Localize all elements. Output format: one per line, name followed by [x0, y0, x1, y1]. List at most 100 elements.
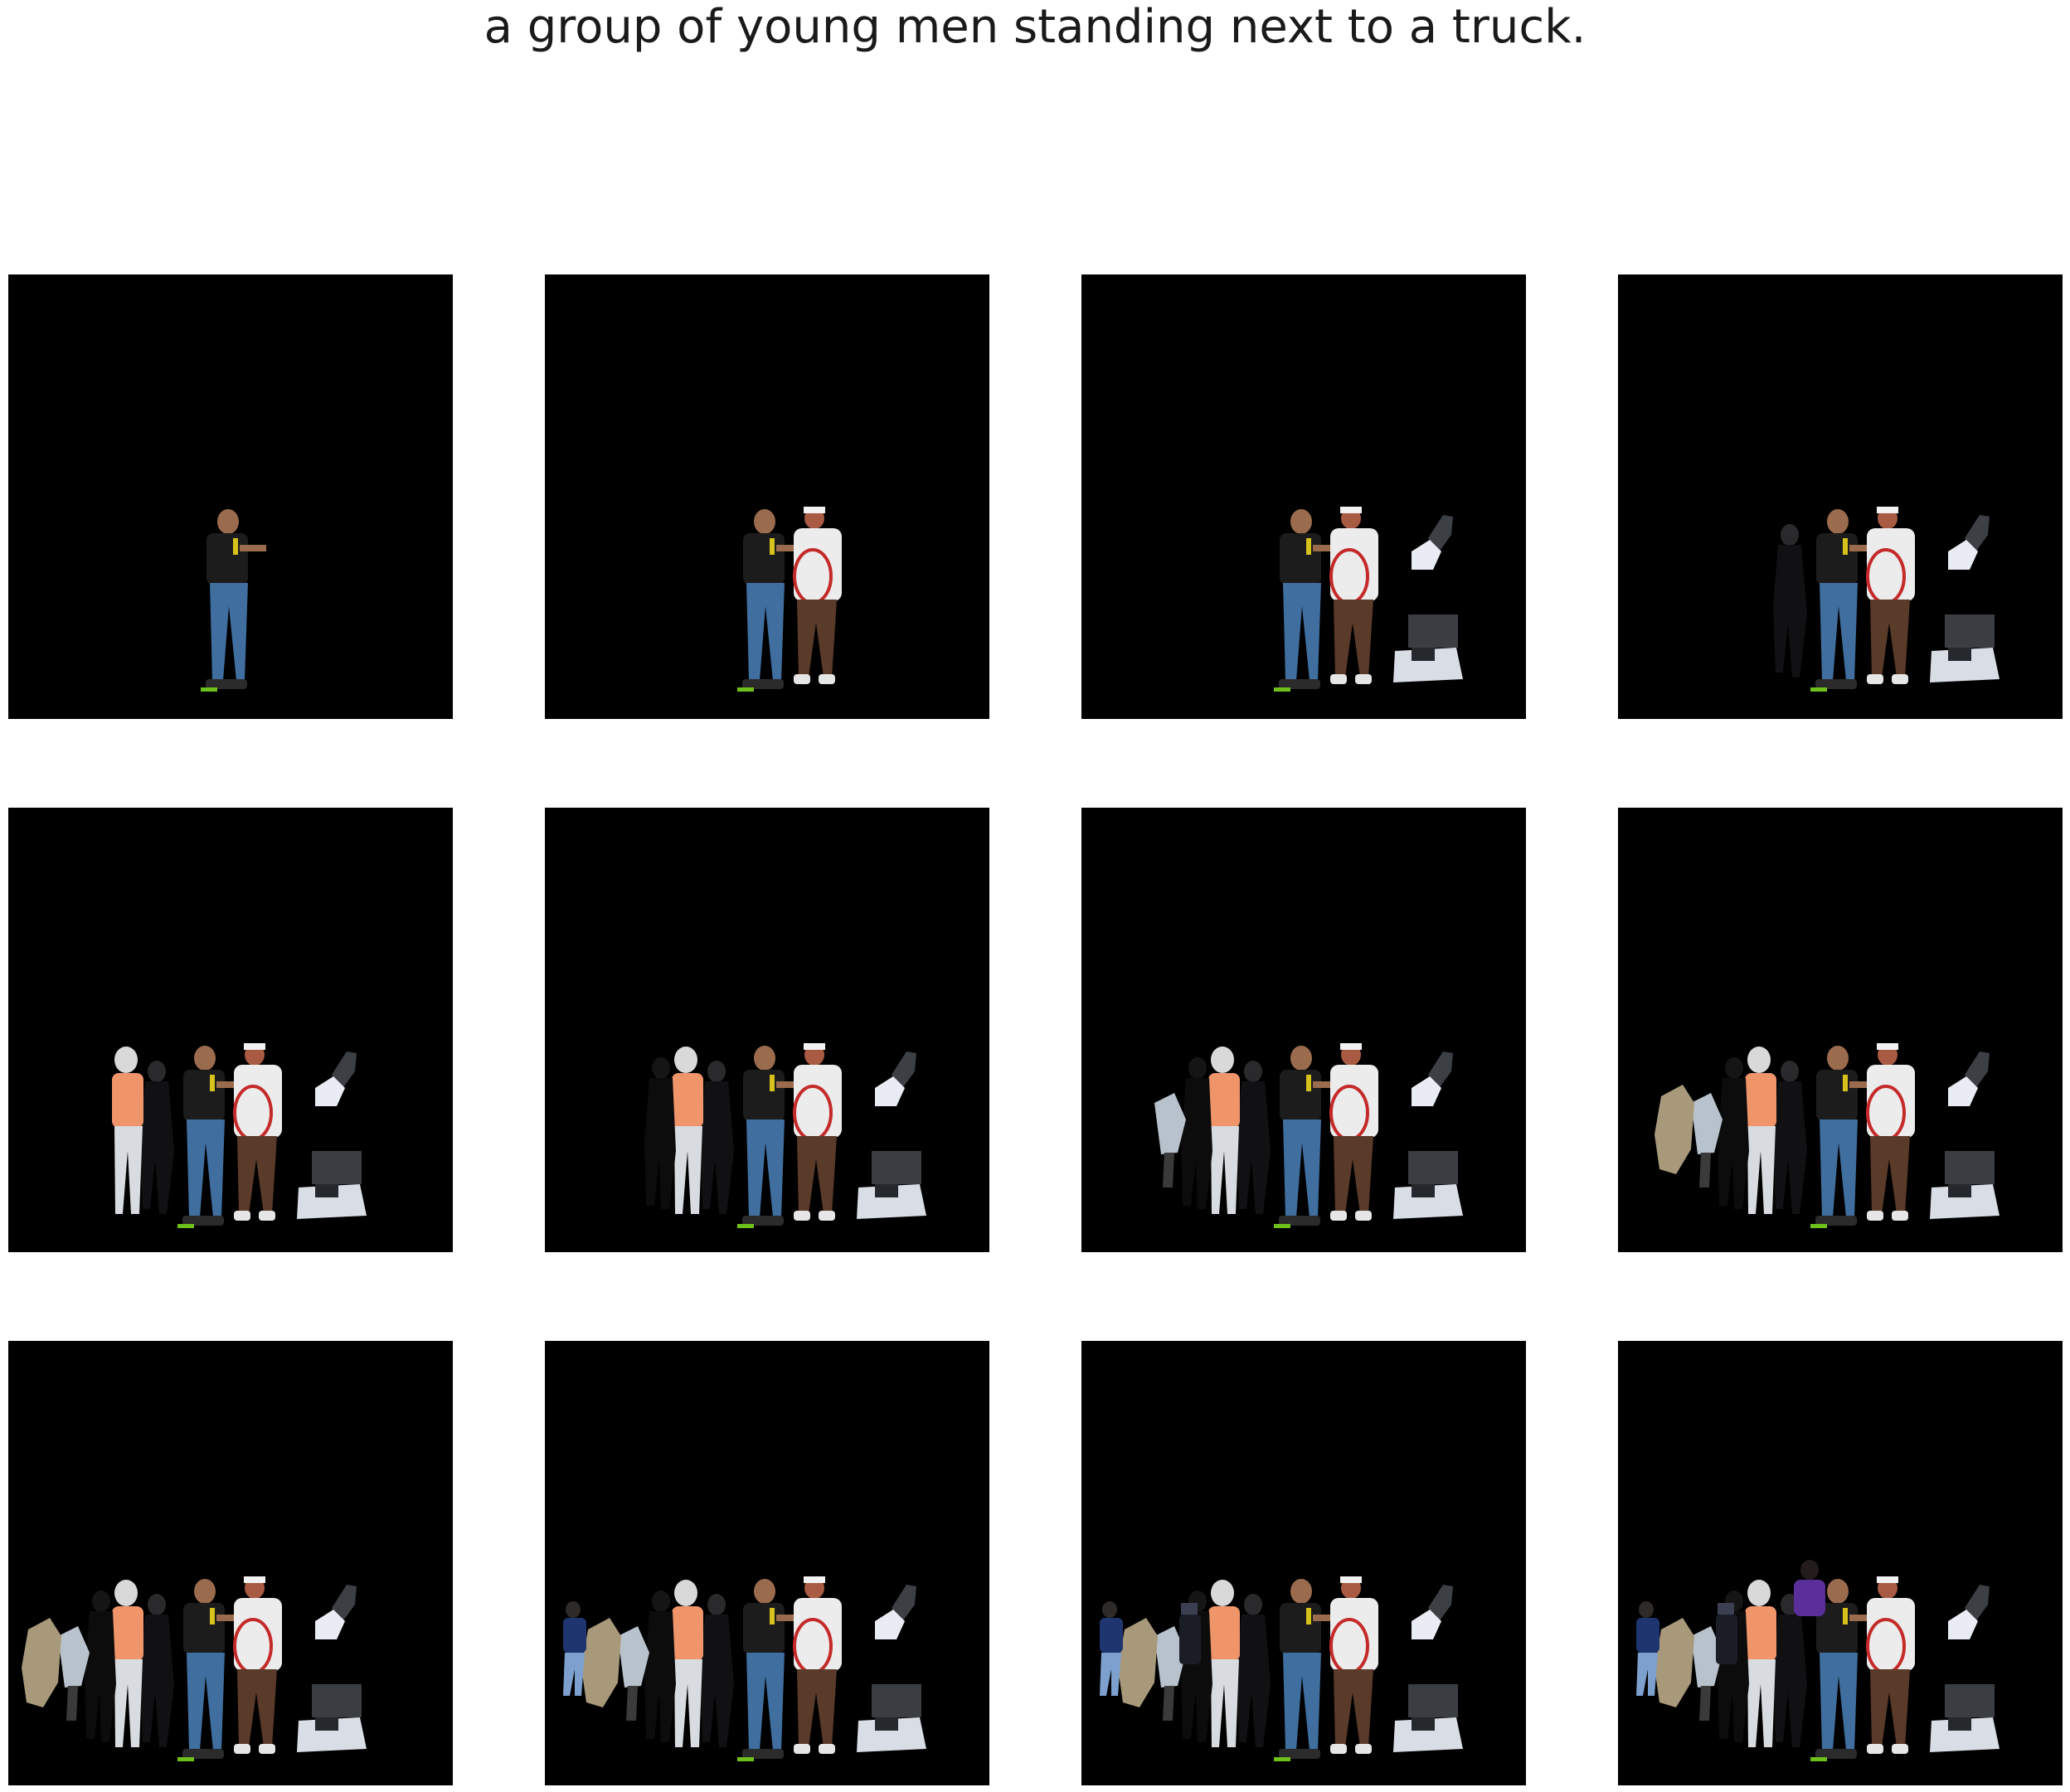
- glove: [1412, 515, 1453, 570]
- figure-cutouts: [1100, 1576, 1463, 1761]
- man-black-shirt: [1810, 509, 1876, 692]
- truck-fragment: [1930, 1684, 2000, 1752]
- man-white-shirt-cap: [793, 1043, 842, 1221]
- truck-fragment: [1393, 1684, 1463, 1752]
- panel-6: [545, 808, 989, 1252]
- man-white-shirt-cap: [1866, 1043, 1915, 1221]
- man-orange-shirt: [1208, 1047, 1240, 1214]
- man-black-shirt: [177, 1046, 243, 1228]
- glove: [1412, 1585, 1453, 1639]
- man-black-shirt: [737, 509, 803, 692]
- black-silhouette: [644, 1057, 676, 1209]
- tan-blob: [1118, 1618, 1158, 1707]
- panel-7-canvas: [1154, 1043, 1463, 1228]
- dark-figure: [140, 1061, 174, 1214]
- truck-fragment: [1393, 1151, 1463, 1219]
- panel-8: [1618, 808, 2063, 1252]
- panel-2-canvas: [737, 507, 842, 692]
- truck-fragment: [297, 1684, 367, 1752]
- man-black-shirt: [1274, 1579, 1339, 1761]
- dark-figure: [700, 1061, 734, 1214]
- figure-cutouts: [1274, 507, 1463, 692]
- man-white-shirt-cap: [1866, 1576, 1915, 1754]
- figure-cutouts: [1655, 1043, 2000, 1228]
- dark-figure: [1237, 1061, 1271, 1214]
- black-silhouette: [1181, 1057, 1212, 1209]
- glove: [315, 1051, 357, 1106]
- truck-fragment: [1930, 1151, 2000, 1219]
- panel-2: [545, 274, 989, 719]
- man-black-shirt: [737, 1579, 803, 1761]
- truck-fragment: [1930, 614, 2000, 682]
- panel-1: [8, 274, 453, 719]
- man-white-shirt-cap: [1329, 507, 1378, 684]
- truck-fragment: [857, 1151, 926, 1219]
- panel-3-canvas: [1274, 507, 1463, 692]
- dark-figure: [700, 1594, 734, 1747]
- blue-jacket-person: [1100, 1601, 1123, 1696]
- panel-11-canvas: [1100, 1576, 1463, 1761]
- man-black-shirt: [1810, 1046, 1876, 1228]
- blue-jacket-person: [563, 1601, 586, 1696]
- panel-5: [8, 808, 453, 1252]
- glove: [315, 1585, 357, 1639]
- figure-cutouts: [1636, 1560, 2000, 1761]
- glove: [875, 1051, 916, 1106]
- panel-12: [1618, 1341, 2063, 1785]
- figure-cutouts: [563, 1576, 926, 1761]
- glove: [875, 1585, 916, 1639]
- tan-blob: [581, 1618, 621, 1707]
- glove: [1948, 515, 1990, 570]
- dark-figure: [1237, 1594, 1271, 1747]
- panel-9: [8, 1341, 453, 1785]
- figure-cutouts: [737, 507, 842, 692]
- man-white-shirt-cap: [233, 1576, 282, 1754]
- tan-blob: [1655, 1085, 1694, 1174]
- man-white-shirt-cap: [1866, 507, 1915, 684]
- truck-fragment: [857, 1684, 926, 1752]
- panel-12-canvas: [1636, 1560, 2000, 1761]
- panel-3: [1081, 274, 1526, 719]
- panel-7: [1081, 808, 1526, 1252]
- tan-blob: [22, 1618, 61, 1707]
- panel-grid: [0, 0, 2070, 1792]
- man-orange-shirt: [1745, 1580, 1776, 1747]
- man-black-shirt: [737, 1046, 803, 1228]
- black-silhouette: [1718, 1057, 1749, 1209]
- man-white-shirt-cap: [1329, 1043, 1378, 1221]
- figure-cutouts: [1154, 1043, 1463, 1228]
- figure-cutouts: [22, 1576, 367, 1761]
- man-orange-shirt: [1208, 1580, 1240, 1747]
- man-orange-shirt: [672, 1580, 703, 1747]
- black-silhouette: [644, 1590, 676, 1742]
- purple-shirt-person: [1794, 1560, 1825, 1616]
- dark-figure: [1773, 1061, 1807, 1214]
- glove: [1948, 1051, 1990, 1106]
- dark-figure: [1773, 1594, 1807, 1747]
- blue-jacket-person: [1636, 1601, 1659, 1696]
- man-black-shirt: [1274, 509, 1339, 692]
- man-orange-shirt: [112, 1047, 143, 1214]
- panel-4: [1618, 274, 2063, 719]
- man-white-shirt-cap: [1329, 1576, 1378, 1754]
- figure-cutouts: [1773, 507, 2000, 692]
- man-orange-shirt: [112, 1580, 143, 1747]
- man-black-shirt: [201, 509, 266, 692]
- man-white-shirt-cap: [793, 507, 842, 684]
- panel-4-canvas: [1773, 507, 2000, 692]
- black-silhouette: [85, 1590, 116, 1742]
- panel-8-canvas: [1655, 1043, 2000, 1228]
- man-orange-shirt: [1745, 1047, 1776, 1214]
- dark-figure: [140, 1594, 174, 1747]
- figure-cutouts: [112, 1043, 367, 1228]
- man-white-shirt-cap: [793, 1576, 842, 1754]
- panel-11: [1081, 1341, 1526, 1785]
- panel-9-canvas: [22, 1576, 367, 1761]
- man-black-shirt: [1274, 1046, 1339, 1228]
- man-black-shirt: [177, 1579, 243, 1761]
- truck-fragment: [1393, 614, 1463, 682]
- figure-cutouts: [644, 1043, 926, 1228]
- figure-cutouts: [201, 509, 266, 692]
- panel-5-canvas: [112, 1043, 367, 1228]
- panel-1-canvas: [201, 509, 266, 692]
